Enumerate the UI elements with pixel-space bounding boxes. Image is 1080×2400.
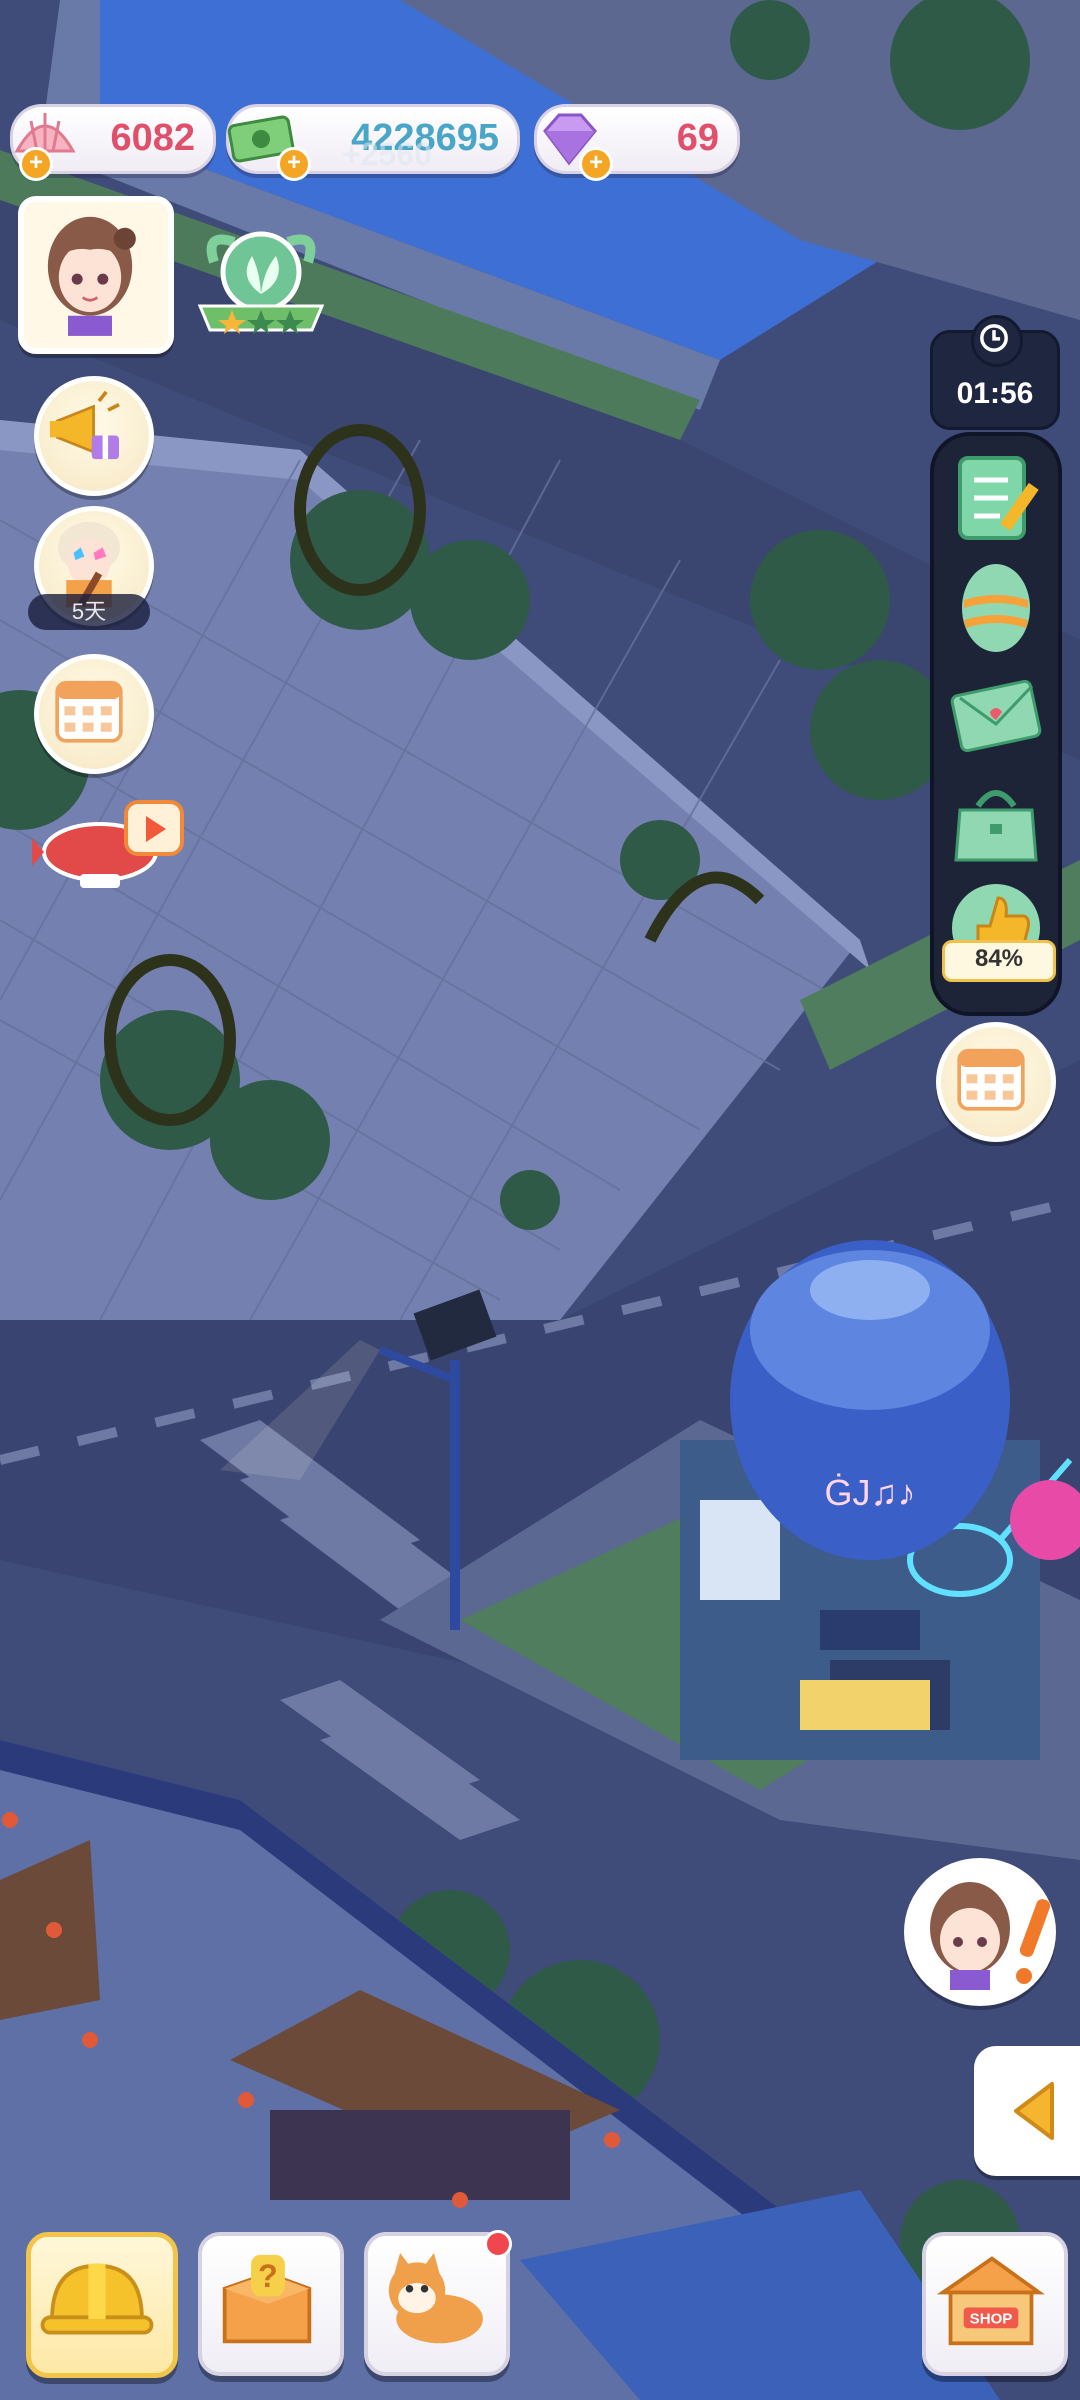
mail-button[interactable] <box>944 662 1048 766</box>
airship-video-icon <box>32 800 184 888</box>
left-arrow-icon <box>1014 2082 1054 2140</box>
mail-icon <box>950 679 1042 753</box>
player-avatar-icon <box>24 202 156 336</box>
add-cash-icon[interactable]: + <box>277 147 311 181</box>
clock-icon <box>971 315 1023 367</box>
add-gems-icon[interactable]: + <box>579 147 613 181</box>
calendar-button-left[interactable] <box>34 654 154 774</box>
shop-sign: SHOP <box>970 2311 1013 2328</box>
right-panel: 84% <box>930 432 1062 1016</box>
shell-count: 6082 <box>110 117 195 159</box>
balloon-sign: ĠJ♫♪ <box>824 1472 915 1513</box>
cash-gain-popup: +2560 <box>342 136 432 172</box>
calendar-icon <box>55 680 123 743</box>
rating-progress: 84% <box>942 940 1056 982</box>
bag-button[interactable] <box>944 770 1048 874</box>
build-button[interactable] <box>26 2232 178 2378</box>
megaphone-gift-icon <box>49 390 120 460</box>
expand-panel-button[interactable] <box>974 2046 1080 2176</box>
event-timer: 01:56 <box>930 315 1060 430</box>
mystery-box-button[interactable]: ? <box>198 2232 344 2376</box>
timer-text: 01:56 <box>956 377 1034 410</box>
shiba-dog-icon <box>388 2252 483 2344</box>
girl-exclamation-icon <box>930 1882 1051 1990</box>
task-list-button[interactable] <box>944 446 1048 550</box>
event-days-remaining: 5天 <box>28 594 150 630</box>
shell-currency[interactable]: + 6082 <box>10 104 216 181</box>
leaf-badge-icon <box>197 231 325 334</box>
hard-hat-icon <box>40 2263 154 2335</box>
calendar-icon <box>957 1048 1025 1111</box>
mystery-box-icon: ? <box>222 2254 312 2344</box>
svg-text:?: ? <box>258 2258 278 2294</box>
add-shells-icon[interactable]: + <box>19 147 53 181</box>
shop-stall-icon: SHOP <box>936 2256 1045 2346</box>
calendar-button-right[interactable] <box>936 1022 1056 1142</box>
gem-count: 69 <box>676 117 719 159</box>
bag-icon <box>954 790 1038 862</box>
pet-button[interactable] <box>364 2230 512 2376</box>
announcement-button[interactable] <box>34 376 154 496</box>
easter-egg-button[interactable] <box>944 554 1048 658</box>
task-list-icon <box>958 456 1039 540</box>
level-badge[interactable] <box>194 222 328 338</box>
npc-alert-button[interactable] <box>904 1858 1056 2006</box>
shop-button[interactable]: SHOP <box>922 2232 1068 2376</box>
video-ad-button[interactable] <box>30 788 186 898</box>
game-map[interactable]: ĠJ♫♪ <box>0 0 1080 2400</box>
notification-dot <box>484 2230 512 2258</box>
gem-currency[interactable]: + 69 <box>534 104 740 181</box>
player-avatar[interactable] <box>18 196 174 354</box>
easter-egg-icon <box>962 564 1030 652</box>
